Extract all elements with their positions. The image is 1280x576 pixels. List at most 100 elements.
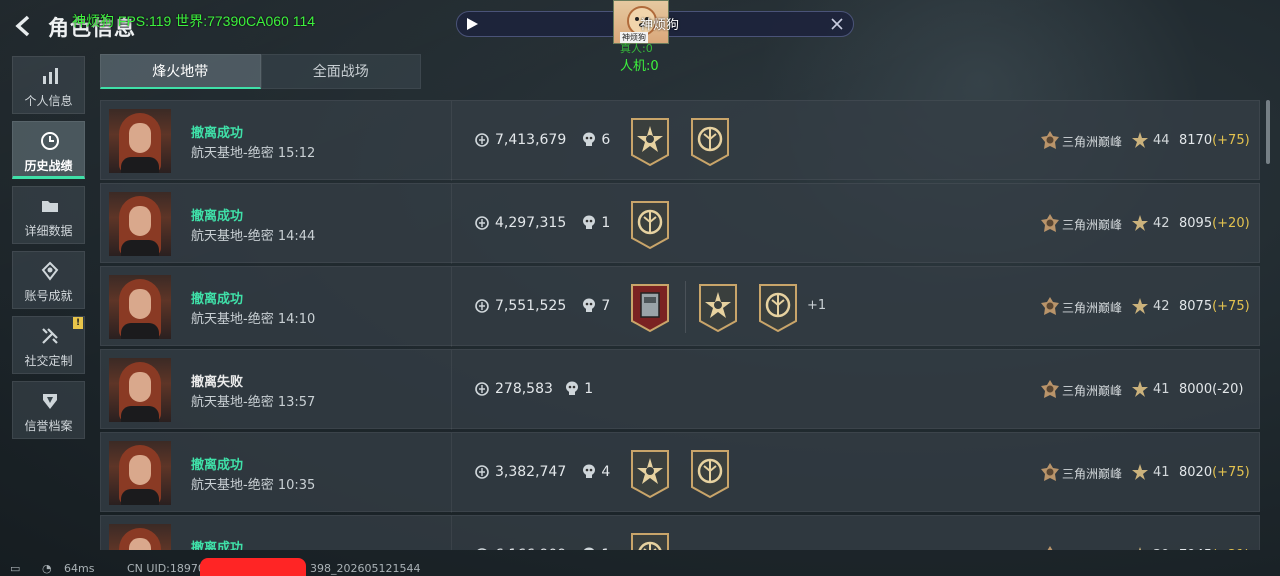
score-value: 8095: [1179, 216, 1213, 231]
value-coin-icon: [475, 216, 489, 230]
rank-level: 42: [1153, 216, 1170, 231]
match-row[interactable]: 撤离失败 航天基地-绝密 13:57 278,583 1 三角洲巅峰 41 80…: [100, 349, 1260, 430]
score-delta: (+75): [1212, 299, 1250, 314]
match-row[interactable]: 撤离成功 航天基地-绝密 14:10 7,551,525 7 三角洲巅峰 42 …: [100, 266, 1260, 347]
rank-level: 41: [1153, 382, 1170, 397]
rank-name: 三角洲巅峰: [1062, 467, 1123, 481]
kill-count: 7: [601, 298, 611, 314]
sidebar-item-social[interactable]: 社交定制 !: [12, 316, 85, 374]
rank-level: 41: [1153, 465, 1170, 480]
kill-count: 1: [601, 547, 610, 550]
sidebar-item-achievements[interactable]: 账号成就: [12, 251, 85, 309]
divider: [451, 433, 452, 513]
sidebar-item-detailed-data[interactable]: 详细数据: [12, 186, 85, 244]
emblem-badge[interactable]: [688, 117, 732, 167]
rank-score: 7945(+21): [1179, 548, 1250, 550]
rank-name: 三角洲巅峰: [1062, 301, 1123, 315]
value-coin-icon: [475, 299, 489, 313]
skull-icon: [583, 132, 596, 146]
star-badge[interactable]: [628, 117, 672, 167]
map-and-time: 航天基地-绝密 15:12: [191, 146, 316, 161]
emblem-badge[interactable]: [628, 532, 672, 550]
sidebar-item-personal-info[interactable]: 个人信息: [12, 56, 85, 114]
map-and-time: 航天基地-绝密 13:57: [191, 395, 316, 410]
star-badge[interactable]: [696, 283, 740, 333]
map-and-time: 航天基地-绝密 14:44: [191, 229, 316, 244]
mode-tabs: 烽火地带 全面战场: [100, 54, 421, 89]
sidebar-item-label: 历史战绩: [24, 159, 73, 173]
score-delta: (-20): [1212, 382, 1244, 397]
scrollbar[interactable]: [1266, 100, 1270, 164]
tools-icon: [42, 328, 58, 344]
operator-portrait: [109, 358, 171, 422]
score-value: 8170: [1179, 133, 1213, 148]
divider: [451, 101, 452, 181]
ai-count: 人机:0: [620, 59, 659, 74]
star-icon: [1132, 215, 1148, 231]
rank-score: 8095(+20): [1179, 216, 1250, 231]
rank-emblem-icon: [1041, 463, 1059, 481]
notice-badge: !: [73, 317, 83, 329]
item-badge[interactable]: [628, 283, 672, 333]
match-row[interactable]: 撤离成功 航天基地-绝密 14:44 4,297,315 1 三角洲巅峰 42 …: [100, 183, 1260, 264]
divider: [451, 184, 452, 264]
star-badge[interactable]: [628, 449, 672, 499]
uid-prefix: CN UID:18970: [127, 562, 205, 575]
play-icon[interactable]: [465, 17, 479, 31]
redaction-mark: [200, 558, 306, 576]
status-footer: ▭ ◔ 64ms CN UID:18970 398_202605121544: [0, 560, 1280, 576]
rank-score: 8170(+75): [1179, 133, 1250, 148]
sidebar-item-reputation[interactable]: 信誉档案: [12, 381, 85, 439]
kill-count: 1: [584, 381, 594, 397]
ping-text: 64ms: [64, 562, 95, 575]
match-row[interactable]: 撤离成功 航天基地-绝密 10:35 3,382,747 4 三角洲巅峰 41 …: [100, 432, 1260, 513]
rank-score: 8000(-20): [1179, 382, 1243, 397]
rank-emblem-icon: [1041, 214, 1059, 232]
rank-emblem-icon: [1041, 380, 1059, 398]
rank-level: 44: [1153, 133, 1170, 148]
value-coin-icon: [475, 382, 489, 396]
wifi-icon: ◔: [42, 562, 52, 575]
score-value: 8075: [1179, 299, 1213, 314]
score-value: 7945: [1179, 548, 1212, 550]
sidebar-item-history[interactable]: 历史战绩: [12, 121, 85, 179]
map-and-time: 航天基地-绝密 10:35: [191, 478, 316, 493]
map-and-time: 航天基地-绝密 14:10: [191, 312, 316, 327]
kill-count: 6: [601, 132, 611, 148]
rank-score: 8020(+75): [1179, 465, 1250, 480]
back-arrow-icon[interactable]: [10, 12, 38, 40]
rank-name: 三角洲巅峰: [1062, 548, 1122, 550]
more-badges-count[interactable]: +1: [807, 298, 826, 313]
extraction-status: 撤离成功: [191, 541, 244, 550]
rank-name: 三角洲巅峰: [1062, 218, 1123, 232]
rank-name: 三角洲巅峰: [1062, 384, 1123, 398]
battery-icon: ▭: [10, 562, 21, 575]
rank-score: 8075(+75): [1179, 299, 1250, 314]
bar-chart-icon: [43, 68, 58, 84]
extraction-status: 撤离成功: [191, 458, 244, 473]
kill-count: 1: [601, 215, 611, 231]
uid-suffix: 398_202605121544: [310, 562, 421, 575]
folder-icon: [42, 201, 58, 212]
operator-portrait: [109, 524, 171, 550]
extracted-value: 7,551,525: [495, 298, 567, 314]
match-row[interactable]: 撤离成功 6,166,909 1 三角洲巅峰 39 7945(+21): [100, 515, 1260, 550]
match-row[interactable]: 撤离成功 航天基地-绝密 15:12 7,413,679 6 三角洲巅峰 44 …: [100, 100, 1260, 181]
rank-level: 42: [1153, 299, 1170, 314]
tab-full-battlefield[interactable]: 全面战场: [260, 54, 421, 89]
rank-emblem-icon: [1041, 297, 1059, 315]
badge-divider: [685, 281, 686, 333]
streamer-name: 神烦狗: [640, 18, 680, 33]
emblem-badge[interactable]: [688, 449, 732, 499]
divider: [451, 516, 452, 550]
sidebar-item-label: 账号成就: [24, 289, 73, 303]
operator-portrait: [109, 441, 171, 505]
emblem-badge[interactable]: [628, 200, 672, 250]
star-icon: [1132, 464, 1148, 480]
star-icon: [1139, 547, 1141, 550]
rank-name: 三角洲巅峰: [1062, 135, 1123, 149]
extracted-value: 278,583: [495, 381, 553, 397]
close-icon[interactable]: [829, 16, 845, 32]
emblem-badge[interactable]: [756, 283, 800, 333]
tab-hazard-zone[interactable]: 烽火地带: [100, 54, 261, 89]
